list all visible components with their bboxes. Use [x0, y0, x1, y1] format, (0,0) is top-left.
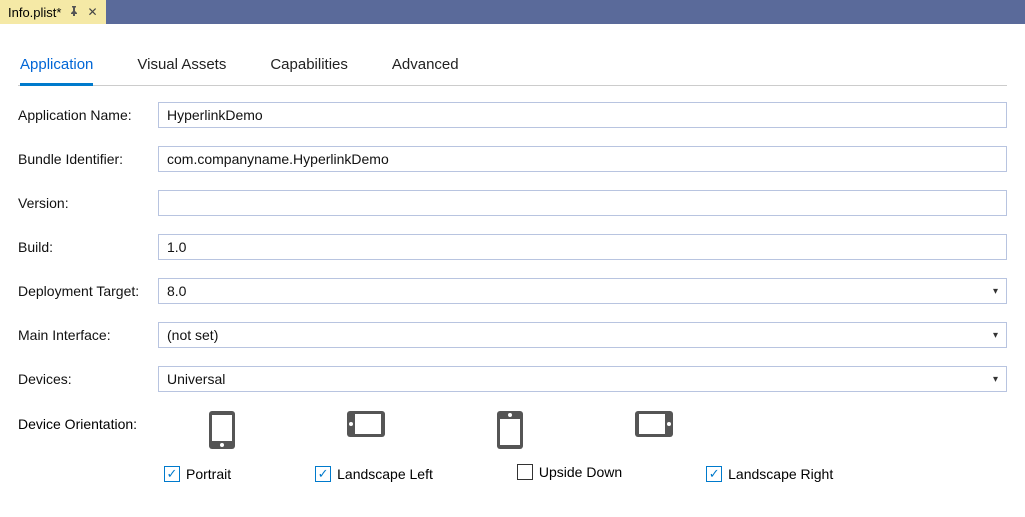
tab-visual-assets[interactable]: Visual Assets — [137, 50, 226, 86]
portrait-icon — [208, 410, 236, 450]
deployment-target-value: 8.0 — [167, 283, 186, 299]
app-name-input[interactable] — [158, 102, 1007, 128]
build-input[interactable] — [158, 234, 1007, 260]
chevron-down-icon: ▾ — [993, 374, 998, 385]
titlebar: Info.plist* ✕ — [0, 0, 1025, 24]
landscape-right-checkbox[interactable]: ✓ Landscape Right — [706, 466, 833, 482]
editor-pane: Application Visual Assets Capabilities A… — [0, 24, 1025, 493]
portrait-label: Portrait — [186, 466, 231, 482]
upside-down-checkbox[interactable]: Upside Down — [517, 464, 622, 480]
tab-capabilities[interactable]: Capabilities — [270, 50, 348, 86]
landscape-left-checkbox[interactable]: ✓ Landscape Left — [315, 466, 433, 482]
label-bundle-id: Bundle Identifier: — [18, 151, 158, 167]
upside-down-icon — [496, 410, 524, 450]
checkmark-icon: ✓ — [706, 466, 722, 482]
label-deployment: Deployment Target: — [18, 283, 158, 299]
chevron-down-icon: ▾ — [993, 330, 998, 341]
landscape-left-icon — [346, 410, 386, 450]
label-orientation: Device Orientation: — [18, 410, 158, 432]
main-interface-select[interactable]: (not set) ▾ — [158, 322, 1007, 348]
checkbox-empty-icon — [517, 464, 533, 480]
file-tab[interactable]: Info.plist* ✕ — [0, 0, 106, 24]
checkmark-icon: ✓ — [164, 466, 180, 482]
tab-advanced[interactable]: Advanced — [392, 50, 459, 86]
portrait-checkbox[interactable]: ✓ Portrait — [164, 466, 231, 482]
file-tab-name: Info.plist* — [8, 5, 61, 20]
devices-value: Universal — [167, 371, 225, 387]
upside-down-label: Upside Down — [539, 464, 622, 480]
chevron-down-icon: ▾ — [993, 286, 998, 297]
deployment-target-select[interactable]: 8.0 ▾ — [158, 278, 1007, 304]
close-icon[interactable]: ✕ — [87, 5, 97, 19]
checkmark-icon: ✓ — [315, 466, 331, 482]
landscape-right-label: Landscape Right — [728, 466, 833, 482]
label-devices: Devices: — [18, 371, 158, 387]
pin-icon[interactable] — [69, 5, 79, 19]
editor-tabs: Application Visual Assets Capabilities A… — [18, 42, 1007, 86]
landscape-left-label: Landscape Left — [337, 466, 433, 482]
application-form: Application Name: Bundle Identifier: Ver… — [18, 86, 1007, 483]
label-version: Version: — [18, 195, 158, 211]
bundle-id-input[interactable] — [158, 146, 1007, 172]
landscape-right-icon — [634, 410, 674, 450]
version-input[interactable] — [158, 190, 1007, 216]
label-app-name: Application Name: — [18, 107, 158, 123]
devices-select[interactable]: Universal ▾ — [158, 366, 1007, 392]
label-build: Build: — [18, 239, 158, 255]
tab-application[interactable]: Application — [20, 50, 93, 86]
label-main-interface: Main Interface: — [18, 327, 158, 343]
main-interface-value: (not set) — [167, 327, 218, 343]
